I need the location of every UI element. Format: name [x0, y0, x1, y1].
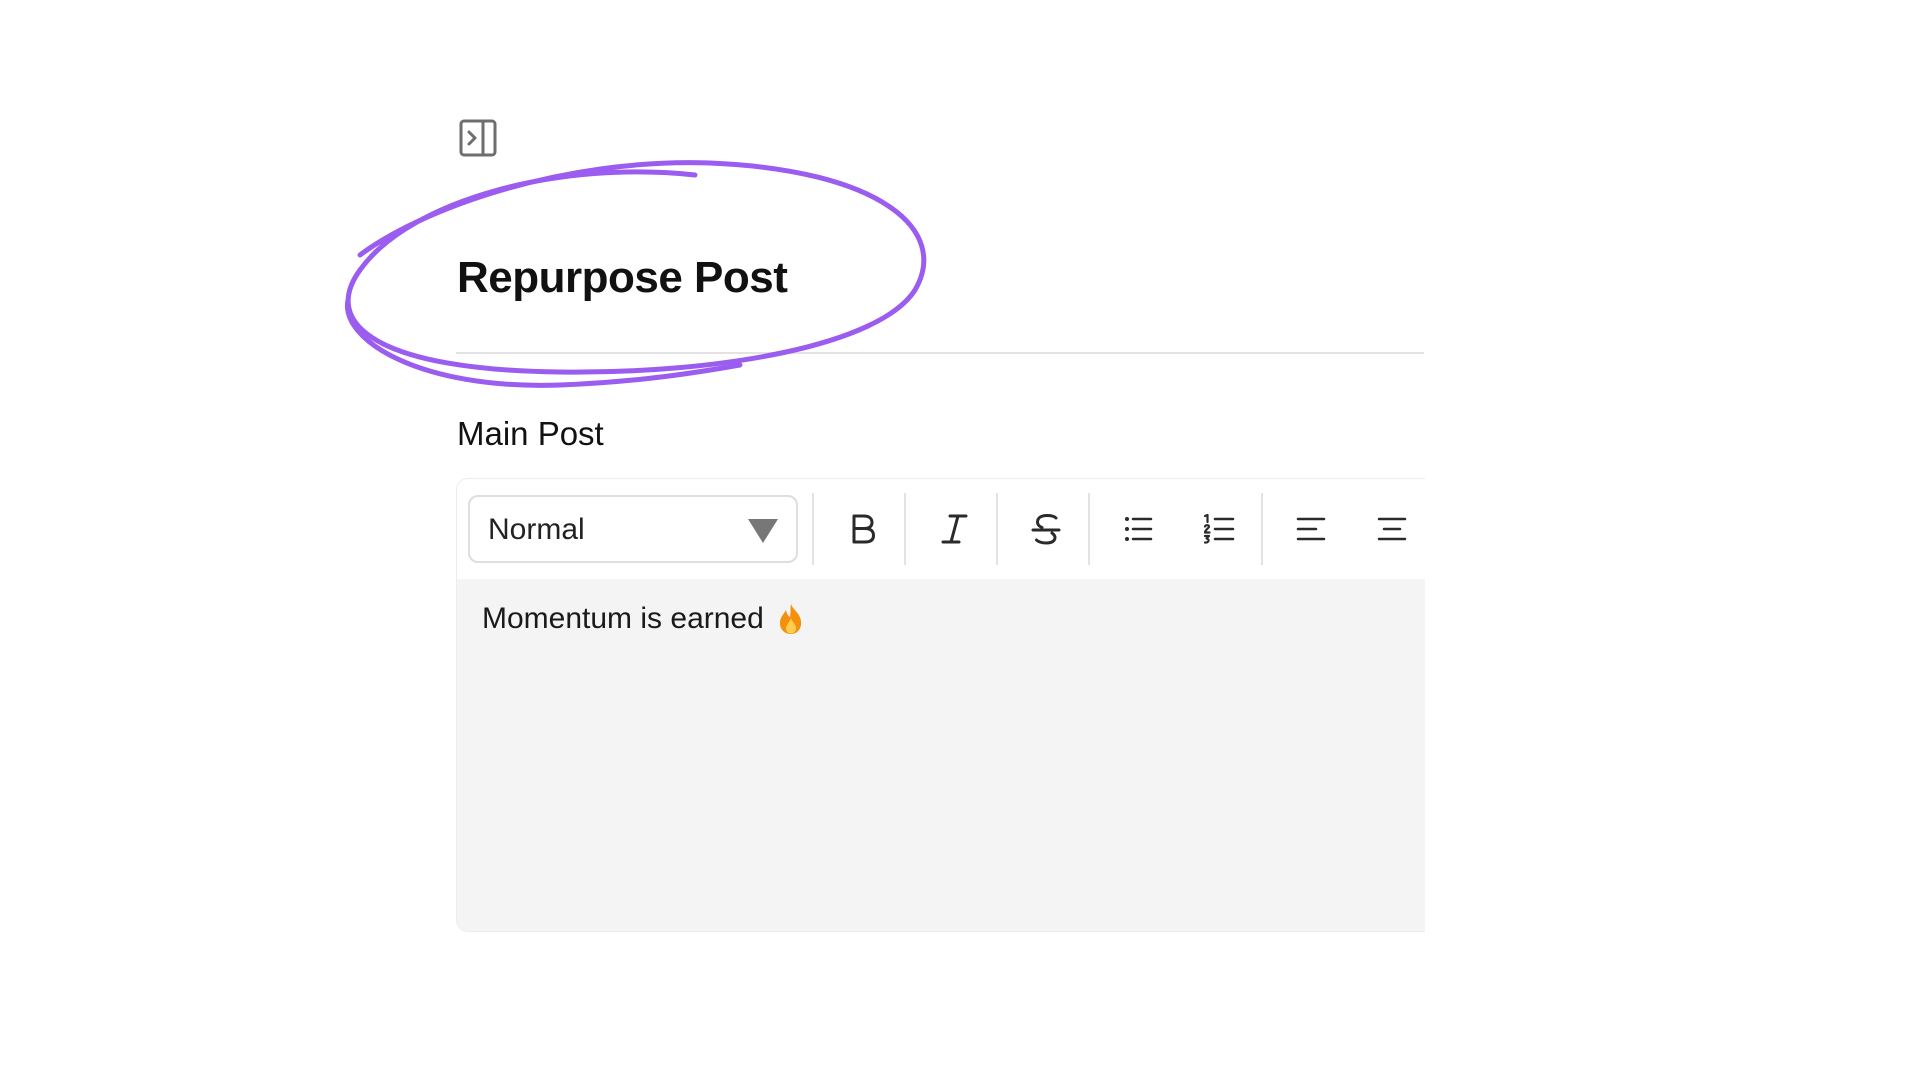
chevron-down-icon	[748, 519, 778, 543]
toolbar-separator	[1261, 493, 1263, 565]
toolbar-separator	[1088, 493, 1090, 565]
sidebar-expand-icon[interactable]	[458, 118, 498, 158]
align-left-button[interactable]	[1283, 501, 1339, 557]
strikethrough-icon	[1031, 513, 1061, 545]
strikethrough-button[interactable]	[1018, 501, 1074, 557]
align-center-button[interactable]	[1364, 501, 1420, 557]
text-format-select-value: Normal	[488, 513, 585, 546]
editor-content-area[interactable]: Momentum is earned	[457, 579, 1425, 931]
bullet-list-button[interactable]	[1110, 501, 1166, 557]
fire-emoji-icon	[779, 604, 801, 634]
numbered-list-icon	[1203, 513, 1235, 544]
bold-icon	[852, 514, 875, 544]
bullet-list-icon	[1125, 517, 1153, 541]
bold-button[interactable]	[834, 501, 890, 557]
editor-content: Momentum is earned	[482, 599, 806, 639]
align-center-icon	[1377, 517, 1407, 541]
numbered-list-button[interactable]	[1191, 501, 1247, 557]
italic-icon	[941, 514, 968, 544]
italic-button[interactable]	[926, 501, 982, 557]
align-left-icon	[1296, 517, 1326, 541]
page-title: Repurpose Post	[457, 253, 788, 302]
toolbar-separator	[904, 493, 906, 565]
main-post-label: Main Post	[457, 415, 604, 452]
editor-content-text: Momentum is earned	[482, 602, 764, 635]
title-divider	[456, 352, 1424, 354]
text-format-select[interactable]: Normal	[468, 495, 798, 563]
toolbar-separator	[996, 493, 998, 565]
editor-toolbar: Normal	[457, 479, 1425, 579]
rich-text-editor: Normal Momentum is earned	[456, 478, 1425, 932]
repurpose-post-page: Repurpose Post Main Post Normal Momentum…	[0, 0, 1920, 1080]
toolbar-separator	[812, 493, 814, 565]
